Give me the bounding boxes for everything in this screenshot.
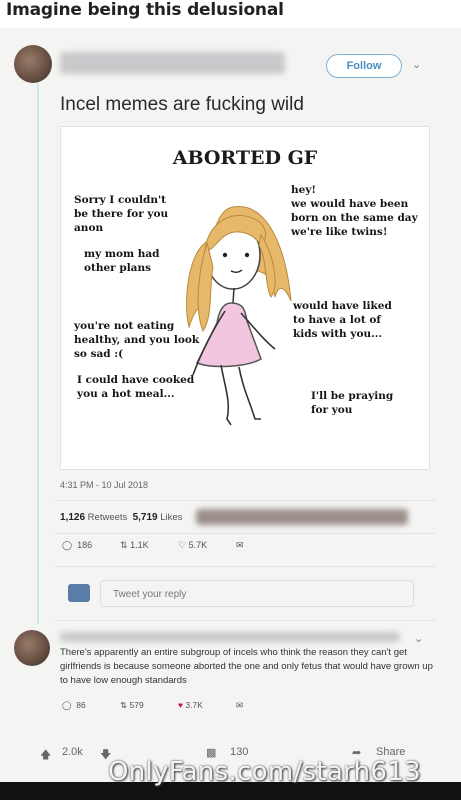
heart-icon[interactable]: ♥ <box>178 700 183 710</box>
avatar[interactable] <box>14 630 50 666</box>
blurred-username <box>60 632 400 642</box>
tweet-text: Incel memes are fucking wild <box>60 94 304 115</box>
liker-avatars[interactable] <box>196 509 408 525</box>
retweet-icon[interactable]: ⇅ <box>120 700 127 710</box>
post-title: Imagine being this delusional <box>6 0 284 20</box>
avatar[interactable] <box>14 45 52 83</box>
follow-button[interactable]: Follow <box>326 54 402 78</box>
girl-drawing <box>186 206 292 426</box>
retweets-count[interactable]: 1,126 <box>60 512 85 523</box>
reply-icon[interactable]: ◯ <box>62 540 72 550</box>
tweet-stats: 1,126 Retweets 5,719 Likes <box>60 512 182 523</box>
retweet-icon[interactable]: ⇅ <box>120 540 128 550</box>
like-count: 3.7K <box>185 700 203 710</box>
avatar[interactable] <box>68 584 90 602</box>
reply-action[interactable]: ◯ 186 <box>62 540 92 551</box>
reply-action[interactable]: ◯ 86 <box>62 700 86 711</box>
divider <box>55 533 435 534</box>
retweet-count: 1.1K <box>130 540 149 550</box>
like-action[interactable]: ♥ 3.7K <box>178 700 203 710</box>
reply-text: There's apparently an entire subgroup of… <box>60 647 433 686</box>
like-action[interactable]: ♡ 5.7K <box>178 540 207 551</box>
message-icon[interactable]: ✉ <box>236 700 243 711</box>
heart-icon[interactable]: ♡ <box>178 540 186 550</box>
message-icon[interactable]: ✉ <box>236 540 244 551</box>
tweet-timestamp: 4:31 PM - 10 Jul 2018 <box>60 480 149 490</box>
divider <box>55 620 435 621</box>
reply-count: 86 <box>76 700 86 710</box>
reply-count: 186 <box>77 540 93 550</box>
retweet-count: 579 <box>129 700 144 710</box>
retweet-action[interactable]: ⇅ 1.1K <box>120 540 149 551</box>
blurred-username <box>60 52 285 74</box>
upvote-icon[interactable]: 🡅 <box>40 746 51 765</box>
divider <box>55 500 435 501</box>
thread-line <box>37 84 39 624</box>
retweet-action[interactable]: ⇅ 579 <box>120 700 144 711</box>
divider <box>55 566 435 567</box>
chevron-down-icon[interactable]: ⌄ <box>412 58 421 71</box>
vote-score: 2.0k <box>62 746 83 758</box>
likes-label[interactable]: Likes <box>160 512 182 523</box>
retweets-label[interactable]: Retweets <box>88 512 128 523</box>
reply-input[interactable]: Tweet your reply <box>100 580 414 607</box>
reply-icon[interactable]: ◯ <box>62 700 72 710</box>
like-count: 5.7K <box>188 540 208 550</box>
chevron-down-icon[interactable]: ⌄ <box>414 632 423 645</box>
meme-image: ABORTED GF Sorry I couldn't be there for… <box>60 126 430 470</box>
likes-count[interactable]: 5,719 <box>133 512 158 523</box>
watermark: OnlyFans.com/starh613 <box>108 757 421 787</box>
